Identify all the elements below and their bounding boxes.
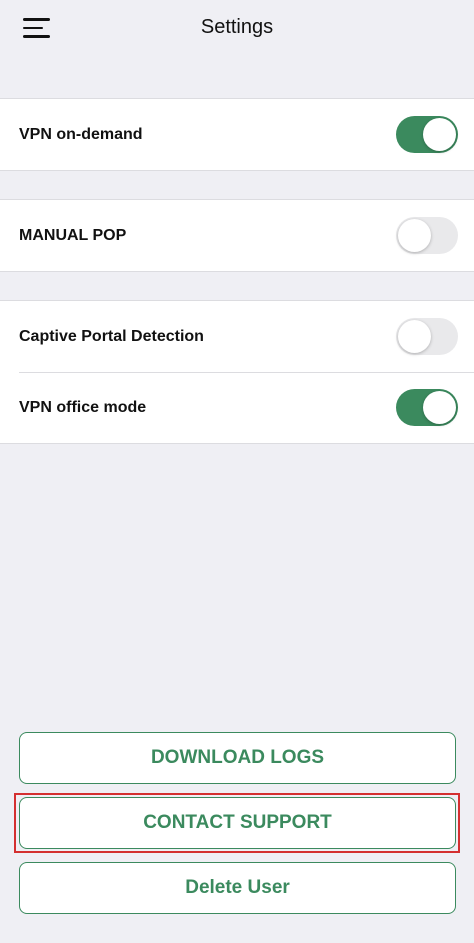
download-logs-button[interactable]: DOWNLOAD LOGS: [19, 732, 456, 784]
captive-portal-detection-label: Captive Portal Detection: [19, 328, 204, 345]
setting-row-vpn-on-demand: VPN on-demand: [0, 99, 474, 170]
setting-row-captive-portal-detection: Captive Portal Detection: [0, 301, 474, 372]
settings-group-vpn-on-demand: VPN on-demand: [0, 98, 474, 171]
contact-support-button[interactable]: CONTACT SUPPORT: [19, 797, 456, 849]
delete-user-button[interactable]: Delete User: [19, 862, 456, 914]
setting-row-manual-pop: MANUAL POP: [0, 200, 474, 271]
manual-pop-toggle[interactable]: [396, 217, 458, 254]
vpn-office-mode-label: VPN office mode: [19, 399, 147, 416]
manual-pop-label: MANUAL POP: [19, 227, 127, 244]
captive-portal-detection-toggle[interactable]: [396, 318, 458, 355]
setting-row-vpn-office-mode: VPN office mode: [0, 372, 474, 443]
settings-group-network: Captive Portal Detection VPN office mode: [0, 300, 474, 444]
vpn-on-demand-toggle[interactable]: [396, 116, 458, 153]
vpn-on-demand-label: VPN on-demand: [19, 126, 143, 143]
settings-group-manual-pop: MANUAL POP: [0, 199, 474, 272]
vpn-office-mode-toggle[interactable]: [396, 389, 458, 426]
header-bar: Settings: [0, 0, 474, 60]
page-title: Settings: [200, 16, 274, 38]
